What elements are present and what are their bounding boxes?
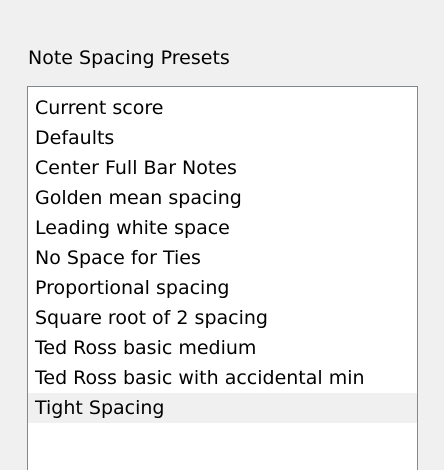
list-item-golden-mean-spacing[interactable]: Golden mean spacing xyxy=(28,183,417,213)
list-item-proportional-spacing[interactable]: Proportional spacing xyxy=(28,273,417,303)
list-item-current-score[interactable]: Current score xyxy=(28,93,417,123)
note-spacing-presets-listbox[interactable]: Current score Defaults Center Full Bar N… xyxy=(27,86,418,470)
list-item-defaults[interactable]: Defaults xyxy=(28,123,417,153)
list-item-no-space-for-ties[interactable]: No Space for Ties xyxy=(28,243,417,273)
list-item-ted-ross-basic-with-accidental-min[interactable]: Ted Ross basic with accidental min xyxy=(28,363,417,393)
list-item-ted-ross-basic-medium[interactable]: Ted Ross basic medium xyxy=(28,333,417,363)
list-item-center-full-bar-notes[interactable]: Center Full Bar Notes xyxy=(28,153,417,183)
note-spacing-presets-label: Note Spacing Presets xyxy=(28,47,230,69)
list-item-leading-white-space[interactable]: Leading white space xyxy=(28,213,417,243)
list-item-tight-spacing[interactable]: Tight Spacing xyxy=(28,393,417,423)
preset-list: Current score Defaults Center Full Bar N… xyxy=(28,87,417,423)
list-item-square-root-of-2-spacing[interactable]: Square root of 2 spacing xyxy=(28,303,417,333)
